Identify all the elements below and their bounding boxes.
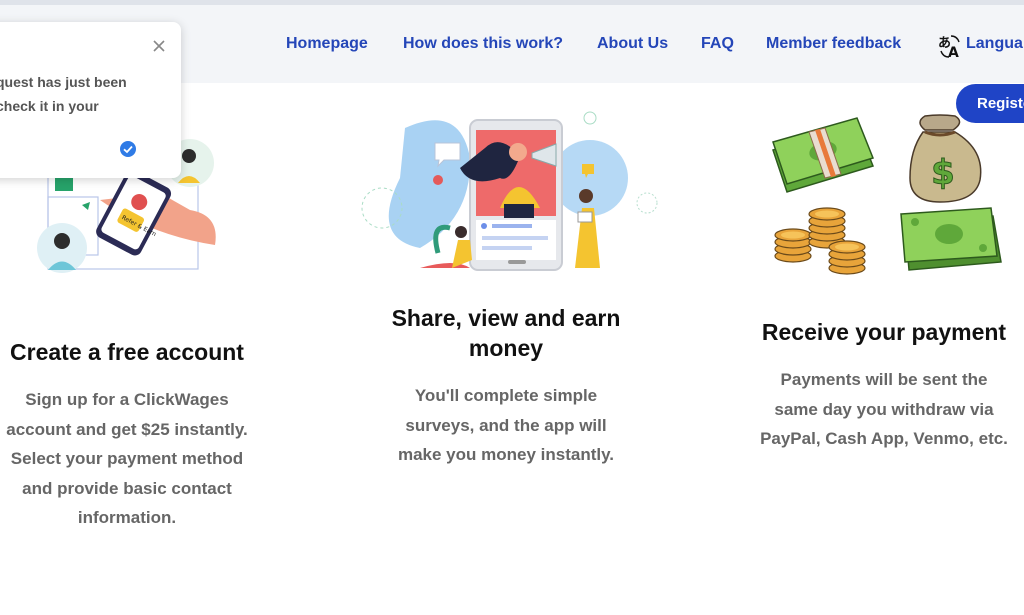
text-line: same day you withdraw via xyxy=(774,399,994,419)
money-bag-icon: $ xyxy=(909,114,982,203)
cash-bundle-icon xyxy=(772,117,875,193)
text-line: Sign up for a ClickWages xyxy=(25,390,229,409)
text-line: PayPal, Cash App, Venmo, etc. xyxy=(760,429,1008,448)
coin-stacks-icon xyxy=(774,207,866,275)
nav-how-it-works[interactable]: How does this work? xyxy=(403,35,563,53)
share-view-illustration xyxy=(361,111,658,271)
svg-text:$: $ xyxy=(931,153,955,193)
nav-homepage[interactable]: Homepage xyxy=(286,35,368,53)
language-selector[interactable]: Langua xyxy=(966,35,1023,53)
language-icon[interactable]: あ A xyxy=(937,33,963,59)
notification-popup: quest has just been check it in your xyxy=(0,22,181,178)
text-line: and provide basic contact xyxy=(22,478,232,498)
notification-text-line-1: quest has just been xyxy=(0,74,127,90)
step-text-share-view-earn: You'll complete simple surveys, and the … xyxy=(362,381,650,470)
notification-text-line-2: check it in your xyxy=(0,98,99,114)
nav-member-feedback[interactable]: Member feedback xyxy=(766,35,901,53)
text-line: Select your payment method xyxy=(10,449,244,468)
title-line: money xyxy=(468,335,544,361)
close-icon[interactable] xyxy=(151,38,167,54)
text-line: make you money instantly. xyxy=(397,445,615,464)
text-line: Payments will be sent the xyxy=(780,370,988,389)
step-title-receive-payment: Receive your payment xyxy=(761,319,1007,345)
step-title-create-account: Create a free account xyxy=(10,339,244,365)
text-line: account and get $25 instantly. xyxy=(6,419,248,439)
svg-text:A: A xyxy=(948,45,959,59)
check-circle-icon xyxy=(120,141,136,157)
step-text-create-account: Sign up for a ClickWages account and get… xyxy=(0,385,276,533)
text-line: You'll complete simple xyxy=(414,386,598,405)
nav-faq[interactable]: FAQ xyxy=(701,35,734,53)
nav-about-us[interactable]: About Us xyxy=(597,35,668,53)
banknotes-icon xyxy=(900,207,1002,271)
text-line: surveys, and the app will xyxy=(405,415,607,435)
payment-money-illustration: $ xyxy=(772,114,1002,275)
step-text-receive-payment: Payments will be sent the same day you w… xyxy=(740,365,1024,454)
step-title-share-view-earn: Share, view and earn money xyxy=(362,303,650,363)
text-line: information. xyxy=(77,508,177,527)
title-line: Share, view and earn xyxy=(391,305,621,331)
